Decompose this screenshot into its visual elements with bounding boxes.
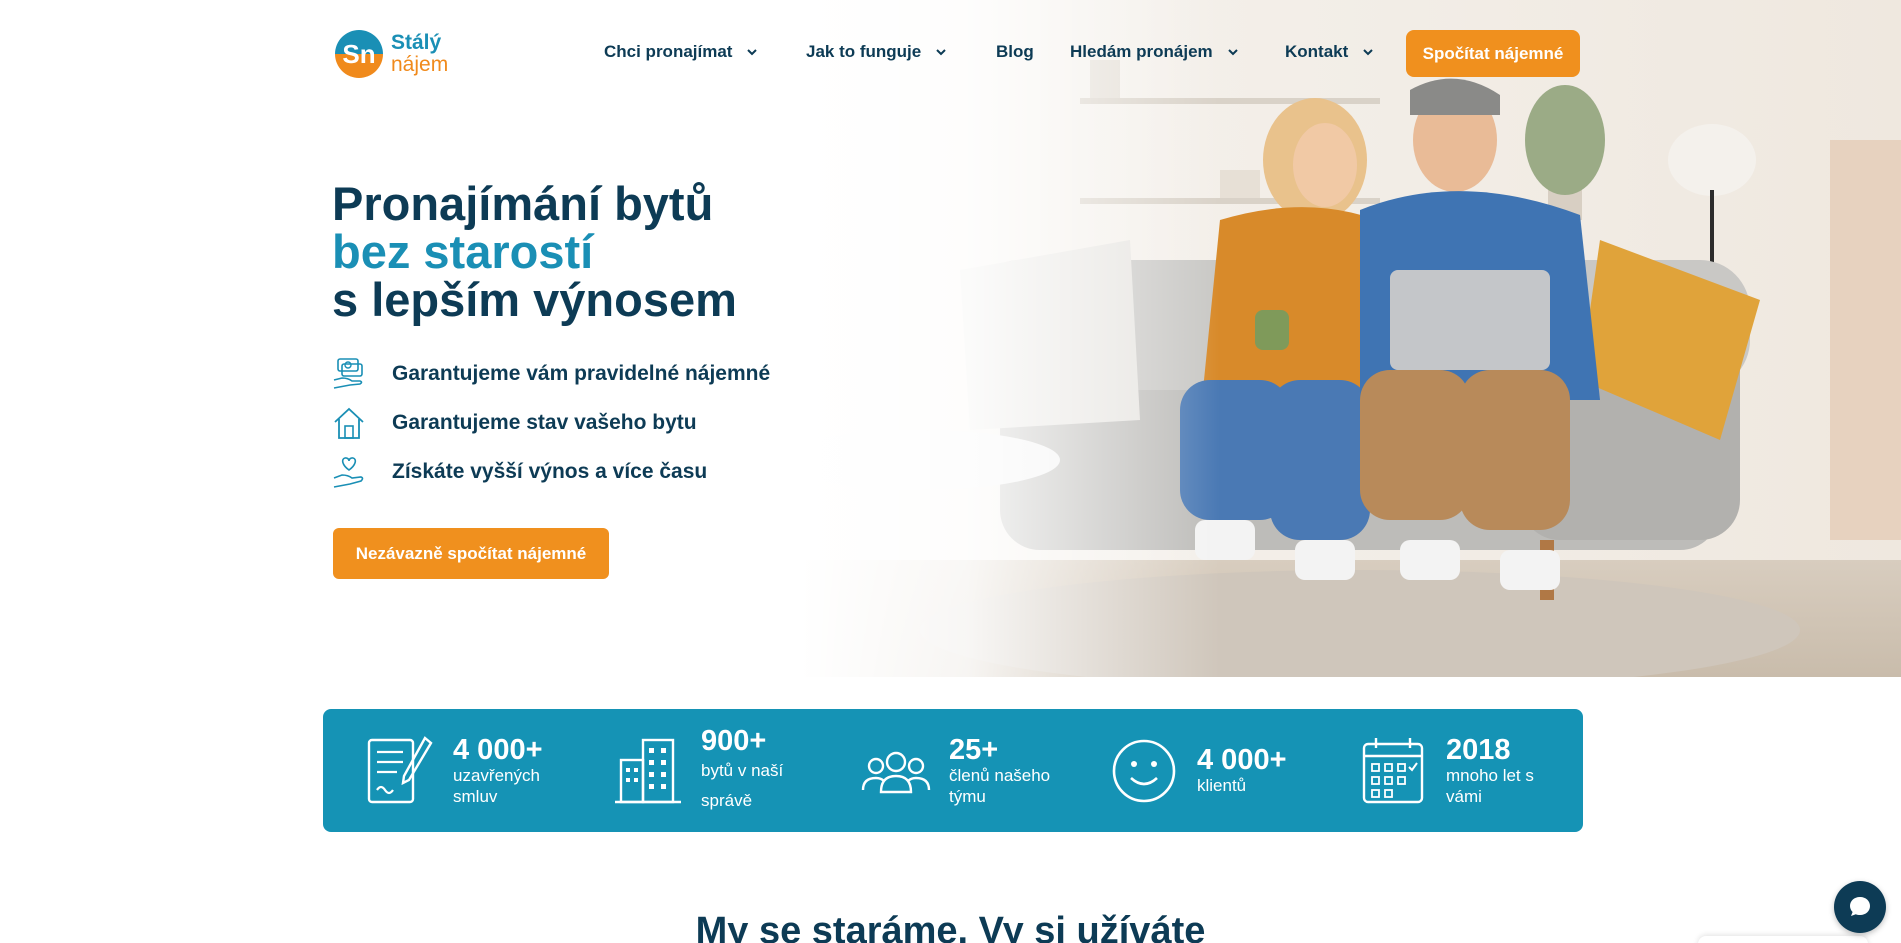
stat-item: 4 000+ uzavřených smluv [365, 709, 573, 832]
chevron-down-icon [1363, 49, 1373, 56]
nav-item-kontakt[interactable]: Kontakt [1285, 42, 1374, 62]
stats-bar: 4 000+ uzavřených smluv 900+ bytů v naší… [323, 709, 1583, 832]
money-hand-icon [333, 358, 363, 389]
feature-item: Garantujeme vám pravidelné nájemné [332, 356, 770, 392]
feature-item: Garantujeme stav vašeho bytu [332, 405, 697, 441]
chat-preview-card [1698, 936, 1868, 943]
heart-hand-icon [333, 457, 364, 488]
hero-title-line1: Pronajímání bytů [332, 177, 714, 230]
calculate-rent-button[interactable]: Spočítat nájemné [1406, 30, 1580, 77]
stat-number: 2018 [1446, 733, 1511, 766]
brand-logo-monogram: Sn [342, 39, 375, 69]
feature-text: Získáte vyšší výnos a více času [392, 460, 708, 483]
stat-text: 900+ bytů v naší správě [701, 726, 821, 816]
stat-item: 25+ členů našeho týmu [861, 709, 1069, 832]
team-icon [861, 751, 931, 793]
section-title: My se staráme. Vy si užíváte [695, 910, 1206, 943]
stat-number: 4 000+ [453, 733, 543, 766]
calendar-icon [1362, 737, 1424, 803]
hero-title: Pronajímání bytů bez starostí s lepším v… [332, 180, 737, 324]
stat-number: 4 000+ [1197, 744, 1287, 776]
stat-label: uzavřených smluv [453, 765, 540, 806]
stat-text: 4 000+ uzavřených smluv [453, 735, 573, 807]
buildings-icon [615, 738, 681, 803]
site-header: Sn Stálý nájem Chci pronajímat Jak to fu… [0, 0, 1901, 110]
nav-item-label: Blog [996, 42, 1034, 61]
feature-text: Garantujeme vám pravidelné nájemné [392, 362, 771, 385]
brand-logo[interactable]: Sn Stálý nájem [333, 28, 448, 80]
stat-text: 2018 mnoho let s vámi [1446, 735, 1566, 807]
hero-title-accent: bez starostí [332, 225, 594, 278]
nav-item-label: Hledám pronájem [1070, 42, 1213, 61]
stat-item: 900+ bytů v naší správě [613, 709, 821, 832]
nav-item-blog[interactable]: Blog [996, 42, 1034, 62]
stat-item: 2018 mnoho let s vámi [1358, 709, 1566, 832]
stat-text: 4 000+ klientů [1197, 745, 1317, 796]
nav-item-jak-to-funguje[interactable]: Jak to funguje [806, 42, 947, 62]
chevron-down-icon [936, 49, 946, 56]
chat-button[interactable] [1834, 881, 1886, 933]
nav-item-label: Kontakt [1285, 42, 1349, 61]
contract-pen-icon [367, 735, 433, 803]
brand-name-line1: Stálý [391, 31, 442, 54]
smiley-icon [1112, 739, 1176, 802]
house-icon [334, 407, 364, 439]
brand-logo-mark: Sn [335, 30, 383, 78]
brand-name-line2: nájem [391, 53, 449, 76]
nav-item-hledam-pronajem[interactable]: Hledám pronájem [1070, 42, 1239, 62]
brand-name: Stálý nájem [391, 32, 448, 76]
nav-item-chci-pronajimat[interactable]: Chci pronajímat [604, 42, 758, 62]
stat-number: 900+ [701, 724, 767, 757]
nav-item-label: Chci pronajímat [604, 42, 733, 61]
chat-bubble-icon [1850, 897, 1870, 916]
feature-text: Garantujeme stav vašeho bytu [392, 411, 697, 434]
stat-number: 25+ [949, 733, 999, 766]
stat-label: členů našeho týmu [949, 765, 1051, 806]
stat-label: mnoho let s vámi [1446, 765, 1534, 806]
chevron-down-icon [747, 49, 758, 56]
nav-item-label: Jak to funguje [806, 42, 922, 61]
stat-label: bytů v naší správě [701, 760, 784, 810]
stat-label: klientů [1197, 776, 1247, 795]
stat-text: 25+ členů našeho týmu [949, 735, 1069, 807]
hero-title-line3: s lepším výnosem [332, 273, 737, 326]
calculate-rent-hero-button[interactable]: Nezávazně spočítat nájemné [333, 528, 609, 579]
chevron-down-icon [1227, 49, 1238, 56]
stat-item: 4 000+ klientů [1109, 709, 1317, 832]
feature-item: Získáte vyšší výnos a více času [332, 454, 707, 490]
